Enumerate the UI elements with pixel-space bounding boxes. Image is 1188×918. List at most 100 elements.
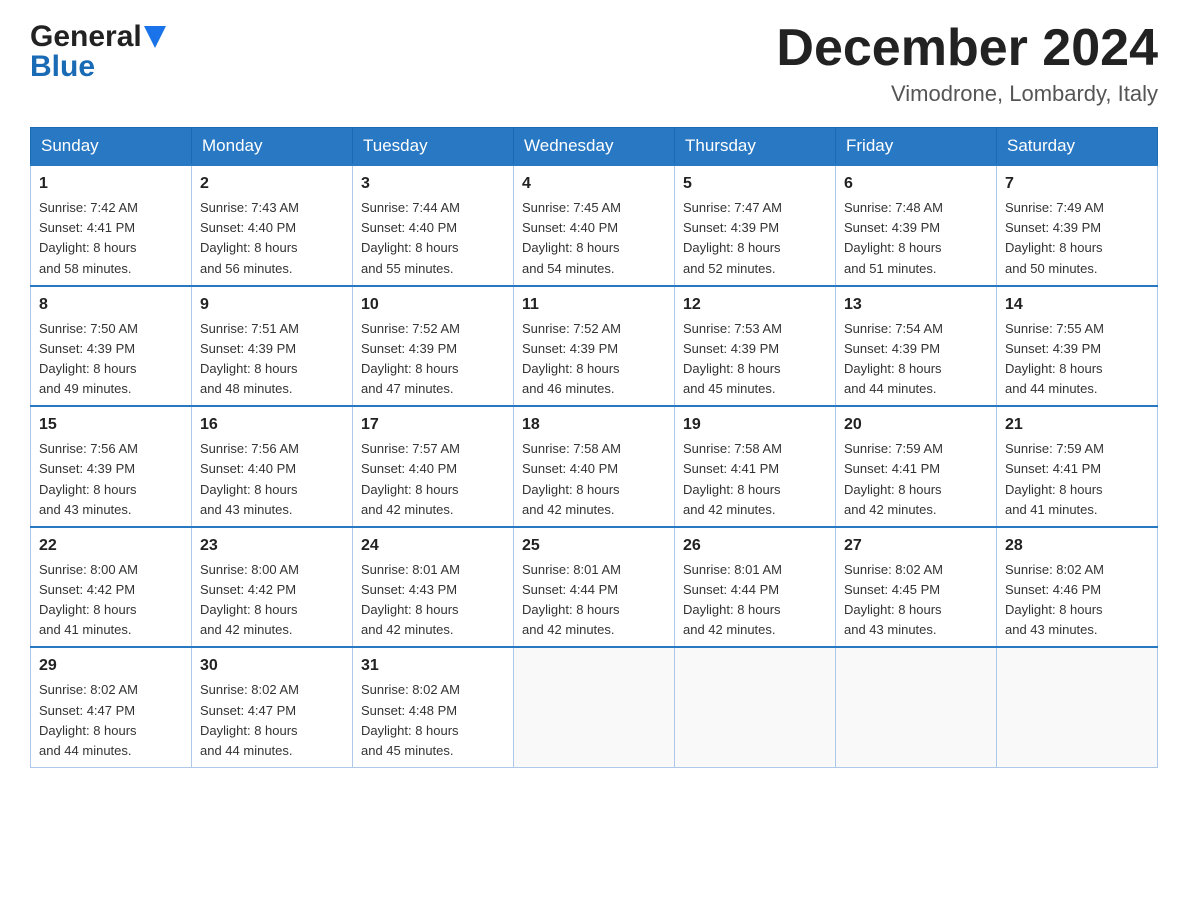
- col-saturday: Saturday: [997, 128, 1158, 166]
- week-row-2: 8Sunrise: 7:50 AMSunset: 4:39 PMDaylight…: [31, 286, 1158, 407]
- table-row: 19Sunrise: 7:58 AMSunset: 4:41 PMDayligh…: [675, 406, 836, 527]
- header-right: December 2024 Vimodrone, Lombardy, Italy: [776, 20, 1158, 107]
- table-row: 2Sunrise: 7:43 AMSunset: 4:40 PMDaylight…: [192, 165, 353, 286]
- table-row: 21Sunrise: 7:59 AMSunset: 4:41 PMDayligh…: [997, 406, 1158, 527]
- day-number: 13: [844, 293, 988, 317]
- day-info: Sunrise: 8:02 AMSunset: 4:45 PMDaylight:…: [844, 560, 988, 641]
- day-number: 2: [200, 172, 344, 196]
- table-row: 6Sunrise: 7:48 AMSunset: 4:39 PMDaylight…: [836, 165, 997, 286]
- table-row: 25Sunrise: 8:01 AMSunset: 4:44 PMDayligh…: [514, 527, 675, 648]
- day-number: 4: [522, 172, 666, 196]
- day-info: Sunrise: 7:52 AMSunset: 4:39 PMDaylight:…: [522, 319, 666, 400]
- day-info: Sunrise: 7:52 AMSunset: 4:39 PMDaylight:…: [361, 319, 505, 400]
- day-info: Sunrise: 8:02 AMSunset: 4:48 PMDaylight:…: [361, 680, 505, 761]
- day-number: 18: [522, 413, 666, 437]
- day-number: 14: [1005, 293, 1149, 317]
- table-row: 14Sunrise: 7:55 AMSunset: 4:39 PMDayligh…: [997, 286, 1158, 407]
- day-info: Sunrise: 7:56 AMSunset: 4:39 PMDaylight:…: [39, 439, 183, 520]
- day-number: 31: [361, 654, 505, 678]
- day-number: 15: [39, 413, 183, 437]
- col-friday: Friday: [836, 128, 997, 166]
- day-number: 20: [844, 413, 988, 437]
- day-number: 22: [39, 534, 183, 558]
- table-row: 17Sunrise: 7:57 AMSunset: 4:40 PMDayligh…: [353, 406, 514, 527]
- day-info: Sunrise: 7:53 AMSunset: 4:39 PMDaylight:…: [683, 319, 827, 400]
- table-row: 20Sunrise: 7:59 AMSunset: 4:41 PMDayligh…: [836, 406, 997, 527]
- day-info: Sunrise: 8:01 AMSunset: 4:44 PMDaylight:…: [683, 560, 827, 641]
- day-info: Sunrise: 7:59 AMSunset: 4:41 PMDaylight:…: [844, 439, 988, 520]
- logo-arrow-icon: [144, 26, 166, 48]
- day-info: Sunrise: 7:55 AMSunset: 4:39 PMDaylight:…: [1005, 319, 1149, 400]
- day-number: 21: [1005, 413, 1149, 437]
- col-wednesday: Wednesday: [514, 128, 675, 166]
- day-number: 1: [39, 172, 183, 196]
- month-title: December 2024: [776, 20, 1158, 77]
- table-row: 8Sunrise: 7:50 AMSunset: 4:39 PMDaylight…: [31, 286, 192, 407]
- table-row: 10Sunrise: 7:52 AMSunset: 4:39 PMDayligh…: [353, 286, 514, 407]
- day-info: Sunrise: 7:47 AMSunset: 4:39 PMDaylight:…: [683, 198, 827, 279]
- day-number: 3: [361, 172, 505, 196]
- col-thursday: Thursday: [675, 128, 836, 166]
- day-info: Sunrise: 8:01 AMSunset: 4:43 PMDaylight:…: [361, 560, 505, 641]
- logo-general-text: General: [30, 20, 142, 54]
- day-info: Sunrise: 7:58 AMSunset: 4:41 PMDaylight:…: [683, 439, 827, 520]
- page: General Blue December 2024 Vimodrone, Lo…: [0, 0, 1188, 788]
- table-row: [675, 647, 836, 767]
- table-row: 30Sunrise: 8:02 AMSunset: 4:47 PMDayligh…: [192, 647, 353, 767]
- day-number: 26: [683, 534, 827, 558]
- week-row-5: 29Sunrise: 8:02 AMSunset: 4:47 PMDayligh…: [31, 647, 1158, 767]
- header: General Blue December 2024 Vimodrone, Lo…: [30, 20, 1158, 107]
- day-info: Sunrise: 8:02 AMSunset: 4:47 PMDaylight:…: [200, 680, 344, 761]
- table-row: 22Sunrise: 8:00 AMSunset: 4:42 PMDayligh…: [31, 527, 192, 648]
- location: Vimodrone, Lombardy, Italy: [776, 81, 1158, 107]
- table-row: 24Sunrise: 8:01 AMSunset: 4:43 PMDayligh…: [353, 527, 514, 648]
- table-row: 7Sunrise: 7:49 AMSunset: 4:39 PMDaylight…: [997, 165, 1158, 286]
- day-number: 10: [361, 293, 505, 317]
- table-row: 31Sunrise: 8:02 AMSunset: 4:48 PMDayligh…: [353, 647, 514, 767]
- day-info: Sunrise: 7:50 AMSunset: 4:39 PMDaylight:…: [39, 319, 183, 400]
- day-info: Sunrise: 7:56 AMSunset: 4:40 PMDaylight:…: [200, 439, 344, 520]
- day-number: 12: [683, 293, 827, 317]
- logo: General Blue: [30, 20, 166, 84]
- table-row: 12Sunrise: 7:53 AMSunset: 4:39 PMDayligh…: [675, 286, 836, 407]
- day-info: Sunrise: 7:58 AMSunset: 4:40 PMDaylight:…: [522, 439, 666, 520]
- day-info: Sunrise: 7:49 AMSunset: 4:39 PMDaylight:…: [1005, 198, 1149, 279]
- day-number: 30: [200, 654, 344, 678]
- calendar: Sunday Monday Tuesday Wednesday Thursday…: [30, 127, 1158, 768]
- week-row-1: 1Sunrise: 7:42 AMSunset: 4:41 PMDaylight…: [31, 165, 1158, 286]
- day-number: 9: [200, 293, 344, 317]
- col-sunday: Sunday: [31, 128, 192, 166]
- table-row: 1Sunrise: 7:42 AMSunset: 4:41 PMDaylight…: [31, 165, 192, 286]
- table-row: 27Sunrise: 8:02 AMSunset: 4:45 PMDayligh…: [836, 527, 997, 648]
- day-info: Sunrise: 8:02 AMSunset: 4:47 PMDaylight:…: [39, 680, 183, 761]
- day-number: 27: [844, 534, 988, 558]
- day-number: 17: [361, 413, 505, 437]
- day-number: 19: [683, 413, 827, 437]
- week-row-4: 22Sunrise: 8:00 AMSunset: 4:42 PMDayligh…: [31, 527, 1158, 648]
- week-row-3: 15Sunrise: 7:56 AMSunset: 4:39 PMDayligh…: [31, 406, 1158, 527]
- table-row: 18Sunrise: 7:58 AMSunset: 4:40 PMDayligh…: [514, 406, 675, 527]
- day-info: Sunrise: 8:00 AMSunset: 4:42 PMDaylight:…: [39, 560, 183, 641]
- table-row: 4Sunrise: 7:45 AMSunset: 4:40 PMDaylight…: [514, 165, 675, 286]
- calendar-header-row: Sunday Monday Tuesday Wednesday Thursday…: [31, 128, 1158, 166]
- logo-line1: General: [30, 20, 166, 54]
- table-row: [836, 647, 997, 767]
- day-number: 7: [1005, 172, 1149, 196]
- day-number: 16: [200, 413, 344, 437]
- col-tuesday: Tuesday: [353, 128, 514, 166]
- table-row: 3Sunrise: 7:44 AMSunset: 4:40 PMDaylight…: [353, 165, 514, 286]
- table-row: 16Sunrise: 7:56 AMSunset: 4:40 PMDayligh…: [192, 406, 353, 527]
- table-row: 28Sunrise: 8:02 AMSunset: 4:46 PMDayligh…: [997, 527, 1158, 648]
- day-info: Sunrise: 7:54 AMSunset: 4:39 PMDaylight:…: [844, 319, 988, 400]
- table-row: [514, 647, 675, 767]
- day-info: Sunrise: 7:48 AMSunset: 4:39 PMDaylight:…: [844, 198, 988, 279]
- table-row: 11Sunrise: 7:52 AMSunset: 4:39 PMDayligh…: [514, 286, 675, 407]
- col-monday: Monday: [192, 128, 353, 166]
- day-info: Sunrise: 7:59 AMSunset: 4:41 PMDaylight:…: [1005, 439, 1149, 520]
- day-number: 6: [844, 172, 988, 196]
- day-number: 29: [39, 654, 183, 678]
- day-info: Sunrise: 7:42 AMSunset: 4:41 PMDaylight:…: [39, 198, 183, 279]
- day-info: Sunrise: 8:00 AMSunset: 4:42 PMDaylight:…: [200, 560, 344, 641]
- day-number: 25: [522, 534, 666, 558]
- day-info: Sunrise: 7:43 AMSunset: 4:40 PMDaylight:…: [200, 198, 344, 279]
